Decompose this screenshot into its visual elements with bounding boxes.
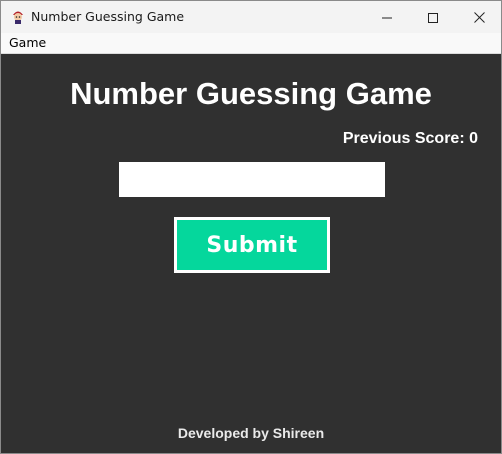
app-window: Number Guessing Game Game Number Guessin…: [0, 0, 502, 454]
close-button[interactable]: [456, 1, 501, 33]
guess-input[interactable]: [119, 162, 385, 197]
game-heading: Number Guessing Game: [70, 76, 432, 111]
maximize-icon: [428, 8, 438, 27]
game-panel: Number Guessing Game Previous Score: 0 S…: [1, 54, 501, 453]
minimize-button[interactable]: [364, 1, 410, 33]
maximize-button[interactable]: [410, 1, 456, 33]
submit-button[interactable]: Submit: [174, 217, 330, 273]
menu-game[interactable]: Game: [9, 35, 46, 50]
character-icon: [10, 8, 26, 25]
window-title: Number Guessing Game: [31, 9, 185, 24]
menu-bar: Game: [1, 33, 501, 54]
previous-score: Previous Score: 0: [342, 130, 478, 147]
submit-label: Submit: [206, 232, 298, 258]
title-bar[interactable]: Number Guessing Game: [1, 1, 501, 33]
close-icon: [473, 8, 485, 27]
developer-credit: Developed by Shireen: [177, 425, 325, 441]
minimize-icon: [382, 8, 392, 27]
